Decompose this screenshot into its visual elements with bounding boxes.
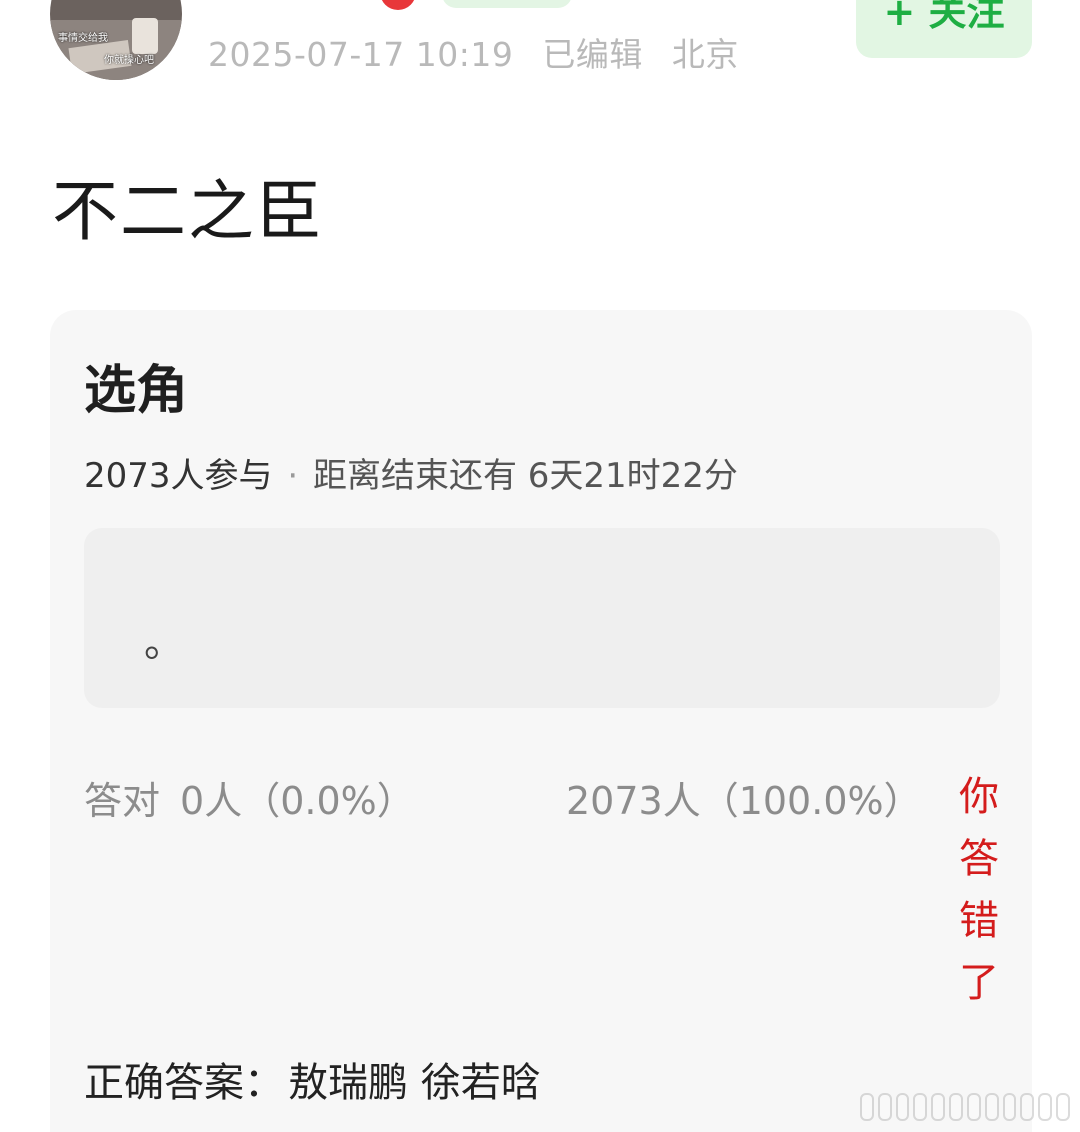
avatar-photo-cup (132, 18, 158, 54)
quiz-option[interactable]: 。 (84, 528, 1000, 708)
quiz-option-text: 。 (144, 620, 184, 666)
correct-stat-count: 0人（0.0%） (180, 779, 415, 823)
wrong-stat-count: 2073人（100.0%） (566, 779, 922, 823)
correct-answer-names: 敖瑞鹏 徐若晗 (288, 1060, 541, 1106)
avatar-caption-bottom: 你就操心吧 (104, 55, 154, 66)
correct-stat-label: 答对 (84, 779, 161, 823)
quiz-participants: 2073人参与 (84, 456, 273, 496)
post-text: 不二之臣 (52, 173, 324, 250)
post-edited-tag: 已编辑 (542, 35, 643, 74)
quiz-countdown: 距离结束还有 6天21时22分 (312, 456, 738, 496)
quiz-result: 你答错了 (959, 774, 999, 1006)
fan-badge (442, 0, 572, 8)
correct-answer: 正确答案： 敖瑞鹏 徐若晗 (84, 1050, 541, 1108)
post-location: 北京 (671, 35, 739, 74)
follow-button[interactable]: + 关注 (856, 0, 1032, 58)
quiz-title: 选角 (84, 361, 189, 421)
post-timestamp: 2025-07-17 10:19 (208, 35, 514, 74)
quiz-stats-separator: · (287, 456, 299, 496)
quiz-card: 选角 2073人参与 · 距离结束还有 6天21时22分 。 答对 0人（0.0%… (50, 310, 1032, 1132)
vip-badge-icon (380, 0, 416, 10)
avatar[interactable]: 事情交给我 你就操心吧 (50, 0, 182, 80)
quiz-stats: 2073人参与 · 距离结束还有 6天21时22分 (84, 448, 738, 497)
correct-stat: 答对 0人（0.0%） (84, 770, 415, 825)
watermark-logo (860, 1093, 1070, 1121)
post-meta: 2025-07-17 10:19 已编辑 北京 (208, 28, 757, 76)
avatar-caption-top: 事情交给我 (58, 33, 108, 44)
correct-answer-label: 正确答案： (84, 1060, 284, 1106)
